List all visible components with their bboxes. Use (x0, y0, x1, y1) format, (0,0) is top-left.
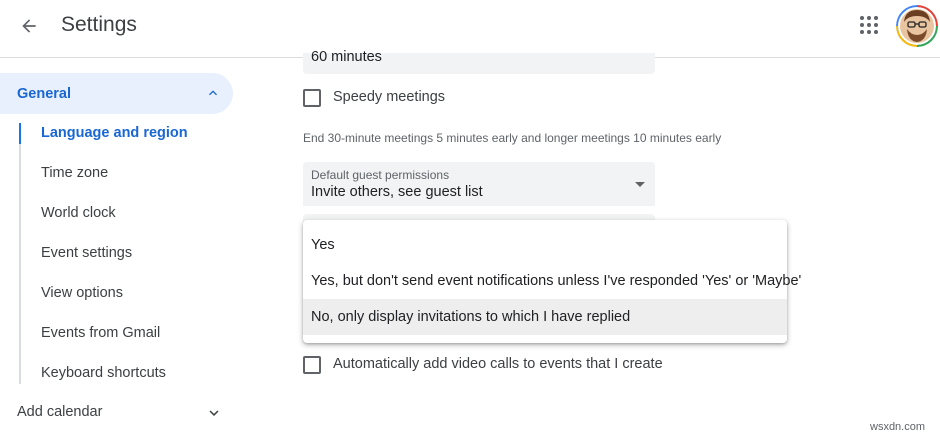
apps-button[interactable] (855, 11, 883, 39)
apps-grid-icon (860, 16, 878, 34)
subnav-active-indicator (19, 123, 21, 144)
guest-permissions-value: Invite others, see guest list (311, 184, 483, 200)
speedy-meetings-helper: End 30-minute meetings 5 minutes early a… (303, 131, 722, 145)
sidebar-item-general[interactable]: General (0, 73, 233, 114)
dropdown-option-yes[interactable]: Yes (303, 227, 787, 263)
sidebar-item-view-options[interactable]: View options (41, 285, 123, 301)
chevron-up-icon (209, 90, 217, 96)
watermark: wsxdn.com (870, 421, 926, 433)
sidebar-item-world-clock[interactable]: World clock (41, 205, 116, 221)
page-title: Settings (61, 13, 137, 36)
dropdown-option-yes-no-notifications[interactable]: Yes, but don't send event notifications … (303, 263, 801, 299)
top-app-bar: Settings (0, 0, 940, 58)
avatar-image (896, 5, 938, 47)
back-button[interactable] (14, 11, 44, 41)
subnav-divider (19, 123, 21, 384)
guest-permissions-select[interactable]: Default guest permissions Invite others,… (303, 162, 655, 206)
speedy-meetings-label: Speedy meetings (333, 89, 446, 105)
chevron-down-icon[interactable] (205, 404, 223, 422)
sidebar-item-events-from-gmail[interactable]: Events from Gmail (41, 325, 160, 341)
duration-select-field[interactable]: 60 minutes (303, 49, 655, 74)
sidebar-general-label: General (17, 85, 71, 102)
speedy-meetings-checkbox[interactable] (303, 89, 321, 107)
invitations-dropdown-menu: Yes Yes, but don't send event notificati… (303, 220, 801, 343)
sidebar-item-keyboard-shortcuts[interactable]: Keyboard shortcuts (41, 365, 166, 381)
dropdown-arrow-icon (635, 182, 645, 187)
sidebar-item-add-calendar[interactable]: Add calendar (17, 404, 102, 420)
auto-video-calls-checkbox[interactable] (303, 356, 321, 374)
arrow-back-icon (22, 19, 36, 33)
settings-sidebar: General Language and region Time zone Wo… (0, 59, 260, 438)
dropdown-option-only-replied[interactable]: No, only display invitations to which I … (303, 299, 787, 335)
sidebar-item-language-region[interactable]: Language and region (41, 125, 188, 141)
auto-video-calls-label: Automatically add video calls to events … (333, 356, 663, 372)
sidebar-item-event-settings[interactable]: Event settings (41, 245, 132, 261)
account-avatar[interactable] (896, 5, 938, 47)
guest-permissions-label: Default guest permissions (311, 168, 450, 182)
duration-select-value: 60 minutes (311, 49, 382, 65)
sidebar-item-time-zone[interactable]: Time zone (41, 165, 108, 181)
